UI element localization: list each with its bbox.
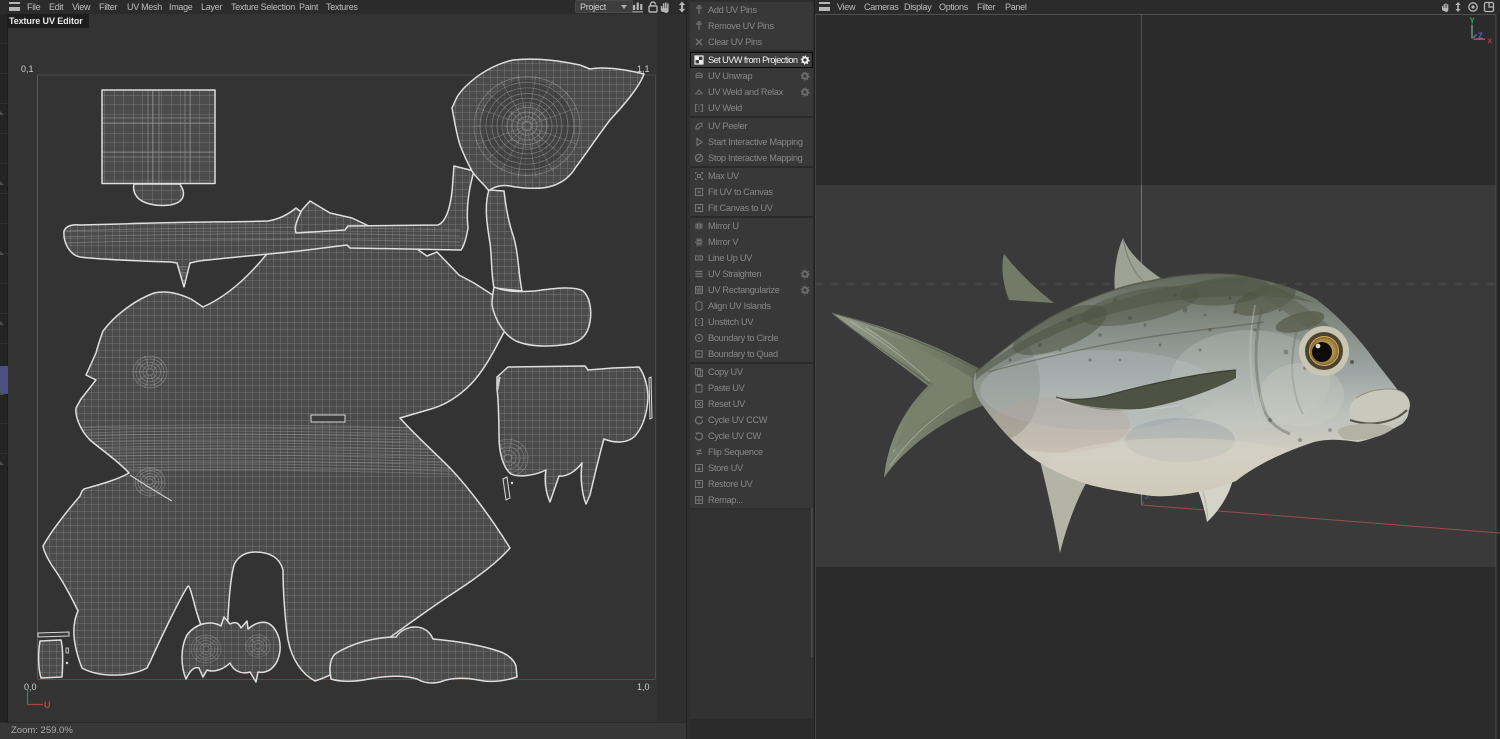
svg-text:0,0: 0,0: [24, 682, 37, 692]
svg-text:Y: Y: [1470, 17, 1476, 26]
svg-text:0,1: 0,1: [21, 64, 34, 74]
svg-text:1,0: 1,0: [637, 682, 650, 692]
svg-text:X: X: [1488, 39, 1493, 46]
svg-text:U: U: [44, 700, 51, 710]
